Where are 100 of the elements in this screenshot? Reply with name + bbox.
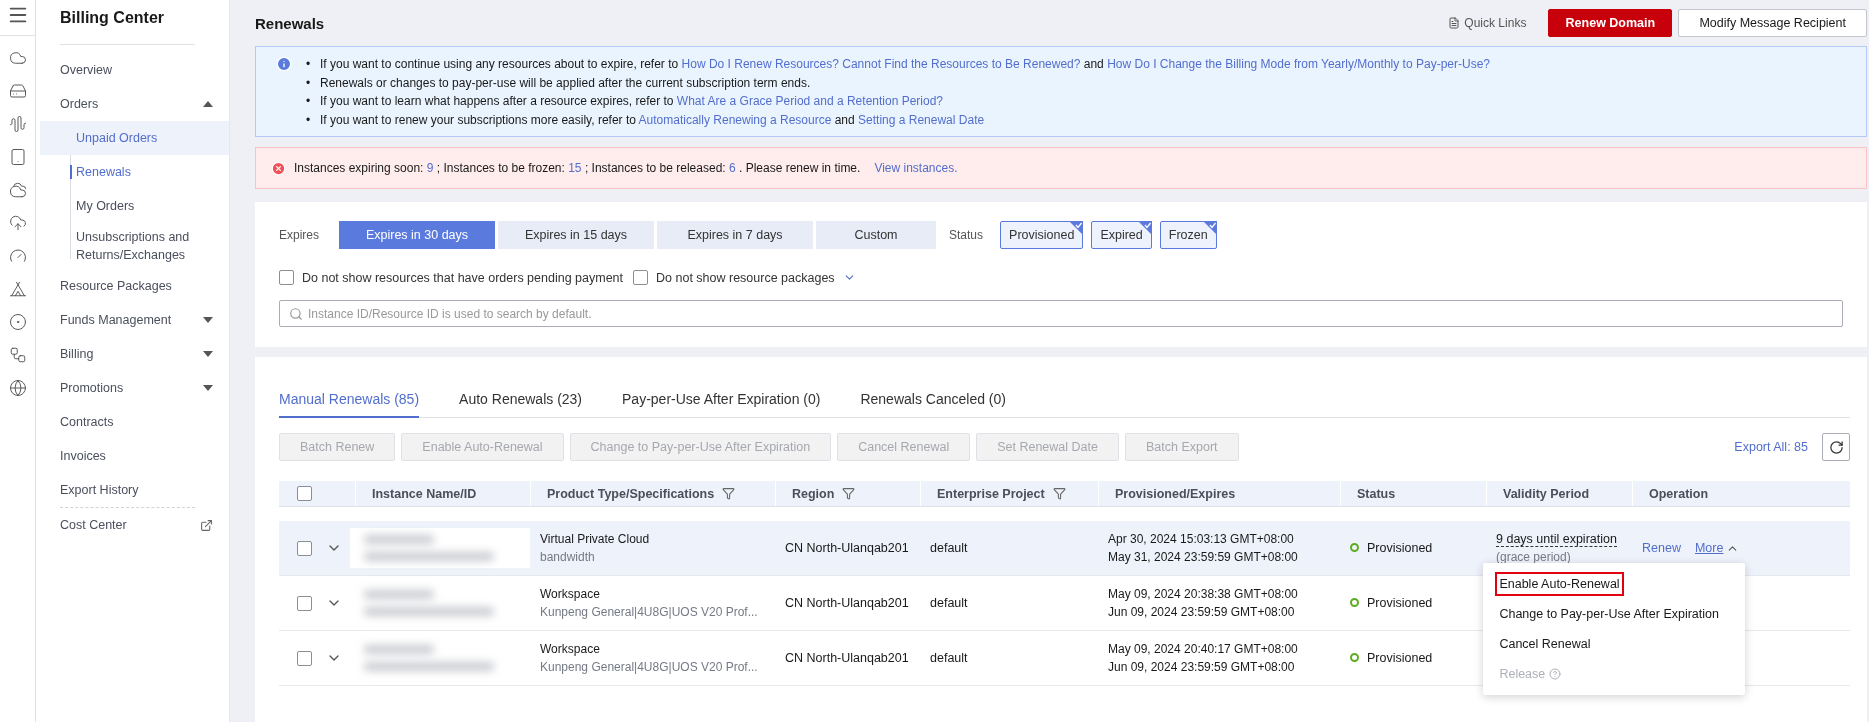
renew-domain-button[interactable]: Renew Domain (1548, 9, 1673, 37)
sidebar-subitem[interactable]: Unsubscriptions and Returns/Exchanges (40, 223, 229, 269)
cloud-icon[interactable] (8, 49, 27, 67)
modify-recipient-button[interactable]: Modify Message Recipient (1678, 9, 1867, 37)
link[interactable]: How Do I Renew Resources? Cannot Find the Resources to Be Renewed? (681, 57, 1081, 71)
filter-icon[interactable] (1052, 487, 1066, 500)
bullet: • (306, 111, 312, 129)
column-header: Instance Name/ID (372, 486, 477, 501)
validity-text: 9 days until expiration (1496, 532, 1617, 547)
tab[interactable]: Manual Renewals (85) (279, 381, 420, 418)
cloud-upload-icon[interactable] (8, 214, 27, 232)
column-header: Provisioned/Expires (1115, 486, 1236, 501)
link[interactable]: 15 (568, 161, 582, 175)
link[interactable]: How Do I Change the Billing Mode from Yearly/Monthly to Pay-per-Use? (1107, 57, 1490, 71)
more-link[interactable]: More (1694, 541, 1724, 555)
error-icon (271, 160, 286, 176)
column-header: Status (1357, 486, 1396, 501)
sidebar-item[interactable]: Cost Center (40, 508, 229, 542)
refresh-button[interactable] (1822, 433, 1850, 461)
status-option[interactable]: Provisioned (1000, 221, 1084, 249)
info-text: If you want to continue using any resources about to expire, refer to How Do I Renew Resources? Cannot Find the Resources to Be Renewed? and How Do I Change the Billing Mode from Yearly/Monthly to Pay-per-Use? (320, 56, 1490, 73)
menu-item[interactable]: Change to Pay-per-Use After Expiration (1497, 599, 1721, 629)
sidebar-item[interactable]: Resource Packages (40, 269, 229, 303)
sidebar-item[interactable]: Billing (40, 337, 229, 371)
filter-icon[interactable] (842, 487, 856, 500)
sidebar-subitem[interactable]: Renewals (40, 155, 229, 189)
bullet: • (306, 74, 312, 92)
table-cell-text: Workspace Kunpeng General|4U8G|UOS V20 Prof... (539, 586, 759, 621)
info-text: If you want to renew your subscriptions more easily, refer to Automatically Renewing a Resource and Setting a Renewal Date (320, 111, 985, 129)
workflow-icon[interactable] (8, 346, 27, 364)
alert-text: Instances expiring soon: 9 ; Instances to be frozen: 15 ; Instances to be released: 6 . Please renew in time. View instances. (294, 161, 958, 175)
column-header: Product Type/Specifications (547, 486, 715, 501)
link[interactable]: 9 (426, 161, 434, 175)
drive-icon[interactable] (8, 82, 27, 100)
info-text: Renewals or changes to pay-per-use will be applied after the current subscription term ends. (320, 74, 811, 92)
tablet-icon[interactable] (8, 148, 27, 166)
link[interactable]: View instances. (874, 161, 958, 175)
info-text: If you want to learn what happens after a resource expires, refer to What Are a Grace Period and a Retention Period? (320, 93, 943, 110)
column-header: Region (792, 486, 835, 501)
sidebar-item[interactable]: Invoices (40, 439, 229, 473)
checkbox-label: Do not show resource packages (656, 270, 835, 285)
refresh-icon (1828, 439, 1844, 455)
search-field[interactable]: Instance ID/Resource ID is used to search by default. (279, 300, 1843, 327)
menu-item[interactable]: Cancel Renewal (1497, 629, 1593, 659)
sidebar-item[interactable]: Promotions (40, 371, 229, 405)
status-text: Provisioned (1350, 593, 1433, 612)
link[interactable]: What Are a Grace Period and a Retention Period? (676, 94, 943, 108)
sidebar-item[interactable]: Contracts (40, 405, 229, 439)
external-link-icon (200, 518, 213, 532)
sidebar-subitem[interactable]: My Orders (40, 189, 229, 223)
gauge-icon[interactable] (8, 247, 27, 265)
checkbox[interactable] (633, 270, 649, 285)
filter-label: Expires (279, 228, 319, 242)
table-cell-text: default (929, 595, 969, 612)
checkbox[interactable] (297, 650, 312, 666)
sidebar-item[interactable]: Funds Management (40, 303, 229, 337)
circle-dot-icon[interactable] (8, 313, 27, 331)
checkbox[interactable] (279, 270, 294, 285)
table-cell-text: CN North-Ulanqab201 (784, 595, 910, 612)
status-option[interactable]: Frozen (1159, 221, 1217, 249)
globe-icon[interactable] (8, 379, 27, 397)
link[interactable]: Automatically Renewing a Resource (638, 112, 832, 127)
table-cell-text: Workspace Kunpeng General|4U8G|UOS V20 Prof... (539, 641, 759, 676)
table-cell-text: Apr 30, 2024 15:03:13 GMT+08:00 May 31, 2024 23:59:59 GMT+08:00 (1107, 531, 1299, 566)
status-option[interactable]: Expired (1091, 221, 1152, 249)
quick-links-link[interactable]: Quick Links (1464, 16, 1527, 30)
tab[interactable]: Pay-per-Use After Expiration (0) (622, 381, 821, 418)
tent-icon[interactable] (8, 280, 27, 298)
search-icon (289, 307, 303, 321)
sidebar-subitem[interactable]: Unpaid Orders (40, 121, 229, 155)
checkbox[interactable] (297, 486, 312, 501)
expires-option[interactable]: Expires in 15 days (498, 221, 654, 249)
info-icon (276, 56, 292, 72)
sidebar-item[interactable]: Export History (40, 473, 229, 507)
checkbox[interactable] (297, 595, 312, 611)
checkbox-label: Do not show resources that have orders pending payment (302, 270, 624, 285)
waveform-icon[interactable] (8, 115, 27, 133)
checkbox[interactable] (297, 540, 312, 556)
page-title: Renewals (255, 14, 325, 32)
expires-option[interactable]: Expires in 7 days (657, 221, 813, 249)
link[interactable]: Setting a Renewal Date (858, 112, 985, 127)
filter-icon[interactable] (722, 487, 736, 500)
sidebar-item[interactable]: Overview (40, 53, 229, 87)
table-cell-text: default (929, 650, 969, 667)
expires-option[interactable]: Expires in 30 days (339, 221, 495, 249)
table-cell-text: May 09, 2024 20:38:38 GMT+08:00 Jun 09, 2024 23:59:59 GMT+08:00 (1107, 586, 1299, 621)
table-cell-text: CN North-Ulanqab201 (784, 540, 910, 557)
column-header: Validity Period (1503, 486, 1590, 501)
tab[interactable]: Renewals Canceled (0) (860, 381, 1006, 418)
sidebar-title: Billing Center (59, 8, 165, 28)
caret-up-icon (203, 101, 213, 107)
table-cell-text: default (929, 540, 969, 557)
export-all-link[interactable]: Export All: 85 (1734, 440, 1808, 454)
link[interactable]: 6 (728, 161, 736, 175)
expires-option[interactable]: Custom (816, 221, 936, 249)
renew-link[interactable]: Renew (1642, 541, 1681, 555)
menu-item[interactable]: Enable Auto-Renewal (1497, 574, 1622, 594)
sidebar-item[interactable]: Orders (40, 87, 229, 121)
tab[interactable]: Auto Renewals (23) (459, 381, 583, 418)
clouds-icon[interactable] (8, 181, 27, 199)
